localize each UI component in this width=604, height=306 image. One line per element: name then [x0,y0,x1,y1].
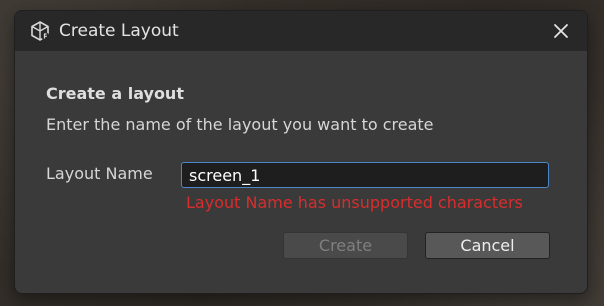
create-layout-dialog: Create Layout Create a layout Enter the … [14,10,588,294]
content-description: Enter the name of the layout you want to… [46,115,434,134]
layout-name-label: Layout Name [46,164,153,183]
layout-name-input[interactable] [181,162,549,188]
close-icon[interactable] [549,19,573,43]
unity-logo-icon [30,21,50,41]
dialog-title: Create Layout [59,21,179,41]
dialog-titlebar: Create Layout [15,11,587,51]
cancel-button[interactable]: Cancel [425,232,550,259]
create-button[interactable]: Create [283,232,408,259]
content-heading: Create a layout [46,84,184,103]
error-message: Layout Name has unsupported characters [186,193,523,212]
